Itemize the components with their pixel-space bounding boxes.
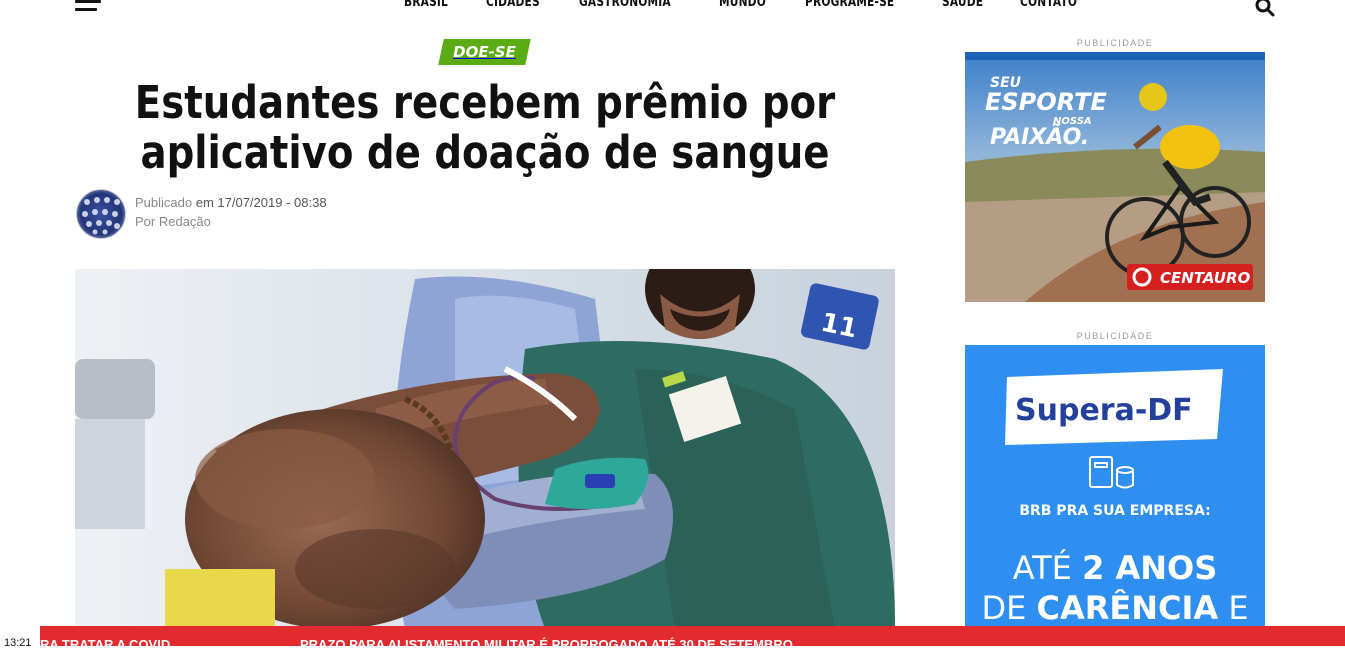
published-prefix: Publicado — [135, 195, 193, 210]
article-title: Estudantes recebem prêmio por aplicativo… — [134, 76, 836, 179]
centauro-ad-graphic: SEU ESPORTE NOSSA PAIXÃO. CENTAURO — [965, 52, 1265, 302]
ad2-line3: DE CARÊNCIA E — [981, 589, 1248, 627]
ad1-line4: PAIXÃO. — [990, 124, 1089, 150]
ad1-brand: CENTAURO — [1160, 269, 1251, 287]
supera-df-ad-graphic: Supera-DF BRB PRA SUA EMPRESA: ATÉ 2 ANO… — [965, 345, 1265, 635]
ad2-line2: ATÉ 2 ANOS — [1013, 549, 1218, 587]
ad-label: PUBLICIDADE — [1076, 38, 1154, 48]
ticker-item[interactable]: PRAZO PARA ALISTAMENTO MILITAR É PRORROG… — [300, 637, 793, 646]
ad-label-2: PUBLICIDADE — [1076, 331, 1154, 341]
ticker-time: 13:21 — [4, 637, 32, 649]
nav-item-contato[interactable]: CONTATO — [1020, 0, 1077, 10]
blood-donation-photo: 11 — [75, 269, 895, 629]
published-date: em 17/07/2019 - 08:38 — [195, 195, 327, 210]
supera-df-ad[interactable]: Supera-DF BRB PRA SUA EMPRESA: ATÉ 2 ANO… — [965, 345, 1265, 635]
ad2-line3c: E — [1218, 589, 1248, 627]
main-nav: BRASIL CIDADES GASTRONOMIA MUNDO PROGRAM… — [404, 0, 1090, 10]
nav-item-programe-se[interactable]: PROGRAME-SE — [805, 0, 894, 10]
author-avatar[interactable] — [76, 189, 126, 239]
ad2-line2b: 2 ANOS — [1082, 549, 1217, 587]
ad2-line3b: CARÊNCIA — [1036, 589, 1218, 627]
menu-icon[interactable] — [75, 0, 101, 14]
nav-item-brasil[interactable]: BRASIL — [404, 0, 448, 10]
ad2-line1: BRB PRA SUA EMPRESA: — [1019, 503, 1210, 519]
centauro-ad[interactable]: SEU ESPORTE NOSSA PAIXÃO. CENTAURO — [965, 52, 1265, 302]
author-name[interactable]: Por Redação — [135, 214, 211, 229]
ad1-line2: ESPORTE — [985, 88, 1107, 116]
news-ticker: RA TRATAR A COVID PRAZO PARA ALISTAMENTO… — [40, 626, 1345, 646]
ad2-line3a: DE — [981, 589, 1036, 627]
category-badge[interactable]: DOE-SE — [438, 39, 531, 65]
ad2-brand: Supera-DF — [1015, 393, 1193, 428]
top-navigation: BRASIL CIDADES GASTRONOMIA MUNDO PROGRAM… — [0, 0, 1345, 20]
ad2-line2a: ATÉ — [1013, 549, 1082, 587]
search-icon[interactable] — [1255, 0, 1275, 17]
article-photo: 11 — [75, 269, 895, 629]
published-info: Publicado em 17/07/2019 - 08:38 — [135, 195, 327, 210]
nav-item-mundo[interactable]: MUNDO — [719, 0, 766, 10]
nav-item-saude[interactable]: SAÚDE — [942, 0, 983, 10]
category-label: DOE-SE — [453, 43, 516, 61]
avatar-pattern — [82, 197, 120, 235]
nav-item-gastronomia[interactable]: GASTRONOMIA — [579, 0, 671, 10]
ticker-time-box: 13:21 — [0, 626, 40, 649]
nav-item-cidades[interactable]: CIDADES — [486, 0, 540, 10]
ticker-item[interactable]: RA TRATAR A COVID — [40, 637, 170, 646]
